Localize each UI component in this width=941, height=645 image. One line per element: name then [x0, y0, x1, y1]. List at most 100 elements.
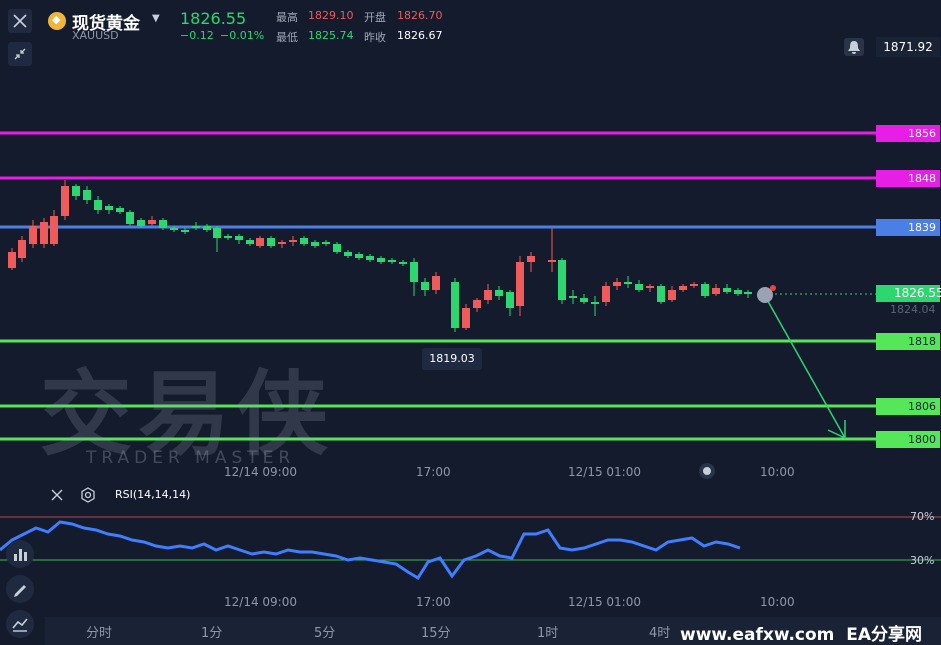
candle-body [29, 226, 37, 244]
candle-body [94, 200, 102, 210]
candle-body [267, 238, 275, 246]
tag-1856: 1856 [876, 125, 940, 142]
candle-body [246, 240, 254, 244]
bar-chart-icon [14, 549, 27, 561]
candle-body [591, 302, 599, 304]
forecast-arrow[interactable] [764, 295, 846, 439]
candle-body [126, 212, 134, 224]
candle-body [388, 260, 396, 262]
candle-body [679, 286, 687, 290]
tab-4h[interactable]: 4时 [649, 622, 670, 641]
tag-current-price: 1826.55 [876, 285, 941, 302]
candle-body [462, 308, 470, 328]
x-tick-2: 17:00 [416, 465, 451, 479]
candle-body [137, 220, 145, 226]
tag-1806: 1806 [876, 398, 940, 415]
low-point-label: 1819.03 [422, 348, 482, 370]
candle-body [72, 186, 80, 196]
candle-body [235, 236, 243, 240]
candle-body [61, 186, 69, 216]
candle-body [50, 216, 58, 244]
candlestick-series [8, 180, 752, 332]
rsi-x-tick-4: 10:00 [760, 595, 795, 609]
candle-body [399, 262, 407, 264]
candle-body [344, 252, 352, 256]
tab-1h[interactable]: 1时 [537, 622, 558, 641]
rsi-series [0, 520, 741, 581]
candle-body [148, 220, 156, 224]
candle-body [657, 286, 665, 302]
candle-body [495, 290, 503, 296]
tab-intraday[interactable]: 分时 [86, 622, 112, 641]
candle-body [224, 236, 232, 238]
candle-body [366, 256, 374, 260]
candle-body [300, 238, 308, 244]
candle-body [278, 242, 286, 244]
rsi-x-tick-2: 17:00 [416, 595, 451, 609]
candle-body [506, 292, 514, 308]
candle-body [159, 220, 167, 228]
candle-body [83, 190, 91, 200]
site-url: www.eafxw.com [680, 625, 835, 645]
candle-body [580, 298, 588, 302]
candle-body [410, 262, 418, 282]
draw-tool-button[interactable] [6, 575, 34, 603]
candle-body [613, 282, 621, 286]
candle-body [635, 284, 643, 290]
price-chart[interactable] [0, 0, 941, 617]
rsi-close-button[interactable] [50, 487, 64, 506]
rsi-x-tick-1: 12/14 09:00 [224, 595, 297, 609]
candle-body [421, 282, 429, 290]
candle-body [355, 254, 363, 258]
candle-body [701, 284, 709, 296]
candle-body [569, 296, 577, 298]
candle-body [311, 242, 319, 246]
rsi-settings-button[interactable] [80, 487, 96, 507]
rsi-upper-label: 70% [910, 510, 935, 523]
tag-1848: 1848 [876, 170, 940, 187]
candle-body [333, 244, 341, 252]
rsi-lower-label: 30% [910, 554, 935, 567]
rsi-x-tick-3: 12/15 01:00 [568, 595, 641, 609]
candle-body [322, 242, 330, 244]
candle-body [289, 240, 297, 242]
candle-body [256, 238, 264, 246]
tag-1818: 1818 [876, 333, 940, 350]
indicator-tool-button[interactable] [6, 540, 34, 568]
candle-body [213, 228, 221, 238]
candle-body [18, 240, 26, 258]
candle-body [170, 228, 178, 230]
candle-body [473, 300, 481, 308]
close-icon [51, 489, 63, 501]
x-tick-3: 12/15 01:00 [568, 465, 641, 479]
candle-body [624, 282, 632, 284]
candle-body [734, 290, 742, 294]
candle-body [744, 292, 752, 294]
candle-body [668, 290, 676, 300]
candle-body [548, 260, 556, 262]
tab-1m[interactable]: 1分 [201, 622, 222, 641]
candle-body [646, 286, 654, 288]
site-brand: EA分享网 [846, 625, 923, 645]
candle-body [40, 222, 48, 244]
candle-body [602, 286, 610, 302]
tag-1800: 1800 [876, 431, 940, 448]
candle-body [105, 206, 113, 210]
tag-1839: 1839 [876, 219, 940, 236]
candle-body [116, 208, 124, 212]
bid-price: 1824.04 [890, 303, 936, 316]
candle-body [451, 282, 459, 328]
line-tool-button[interactable] [6, 610, 34, 638]
candle-body [690, 284, 698, 286]
candle-body [516, 262, 524, 306]
tab-15m[interactable]: 15分 [421, 622, 451, 641]
candle-body [558, 260, 566, 300]
candle-body [377, 258, 385, 262]
x-tick-4: 10:00 [760, 465, 795, 479]
candle-body [527, 256, 535, 262]
site-watermark: www.eafxw.com EA分享网 [680, 620, 922, 645]
candle-body [203, 226, 211, 230]
candle-body [192, 226, 200, 228]
x-tick-1: 12/14 09:00 [224, 465, 297, 479]
tab-5m[interactable]: 5分 [314, 622, 335, 641]
